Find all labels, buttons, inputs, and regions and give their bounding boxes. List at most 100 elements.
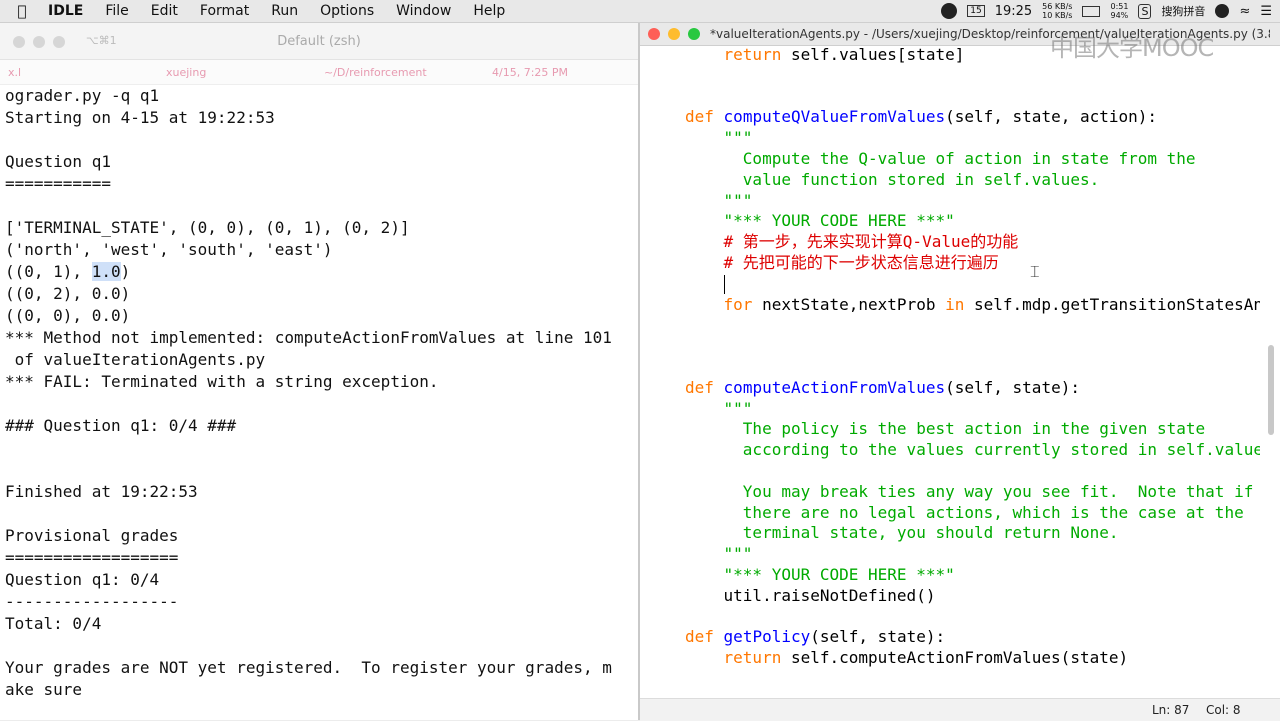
battery-time: 0:51 xyxy=(1110,2,1129,11)
minimize-icon[interactable] xyxy=(668,28,680,40)
terminal-line: Question q1 xyxy=(5,152,111,171)
input-method-icon[interactable]: S xyxy=(1138,3,1152,19)
code-token: according to the values currently stored… xyxy=(685,440,1260,460)
terminal-line: ('north', 'west', 'south', 'east') xyxy=(5,240,333,259)
code-line: """ xyxy=(685,544,1260,565)
code-line: """ xyxy=(685,399,1260,420)
code-token: """ xyxy=(723,190,753,210)
code-line: Compute the Q-value of action in state f… xyxy=(685,149,1260,170)
net-down: 10 KB/s xyxy=(1042,11,1073,20)
zoom-icon[interactable] xyxy=(688,28,700,40)
clock[interactable]: 19:25 xyxy=(995,4,1032,19)
text-caret xyxy=(723,274,725,294)
menu-app-name[interactable]: IDLE xyxy=(44,3,94,19)
code-editor[interactable]: return self.values[state] def computeQVal… xyxy=(685,45,1260,669)
terminal-tab-host[interactable]: x.l xyxy=(0,60,158,84)
vertical-scrollbar[interactable] xyxy=(1268,345,1274,435)
ibeam-cursor-icon: ⌶ xyxy=(1030,262,1040,281)
code-line: value function stored in self.values. xyxy=(685,170,1260,191)
terminal-status-tabs: x.l xuejing ~/D/reinforcement 4/15, 7:25… xyxy=(0,60,638,85)
menu-run[interactable]: Run xyxy=(260,3,309,19)
menu-help[interactable]: Help xyxy=(462,3,516,19)
apple-menu-icon[interactable]:  xyxy=(0,2,44,20)
code-token: (self, state): xyxy=(945,377,1080,397)
code-token: value function stored in self.values. xyxy=(685,169,1100,189)
network-speed: 56 KB/s 10 KB/s xyxy=(1042,2,1072,20)
terminal-line: ((0, 2), 0.0) xyxy=(5,284,131,303)
code-token: getPolicy xyxy=(723,627,811,647)
code-line: for nextState,nextProb in self.mdp.getTr… xyxy=(685,295,1260,316)
code-token: there are no legal actions, which is the… xyxy=(685,502,1244,522)
terminal-line: Starting on 4-15 at 19:22:53 xyxy=(5,108,275,127)
close-icon[interactable] xyxy=(648,28,660,40)
code-line: return self.computeActionFromValues(stat… xyxy=(685,648,1260,669)
menu-format[interactable]: Format xyxy=(189,3,260,19)
code-line: You may break ties any way you see fit. … xyxy=(685,482,1260,503)
code-token: The policy is the best action in the giv… xyxy=(685,419,1206,439)
terminal-tab-path[interactable]: ~/D/reinforcement xyxy=(316,60,484,84)
line-number: Ln: 87 xyxy=(1152,703,1190,717)
terminal-line: Question q1: 0/4 xyxy=(5,570,160,589)
code-token: self.values[state] xyxy=(781,45,965,64)
terminal-line: ['TERMINAL_STATE', (0, 0), (0, 1), (0, 2… xyxy=(5,218,410,237)
menu-options[interactable]: Options xyxy=(309,3,385,19)
terminal-line: ograder.py -q q1 xyxy=(5,86,160,105)
code-line: return self.values[state] xyxy=(685,45,1260,66)
wifi-icon[interactable]: ≈ xyxy=(1239,4,1250,19)
code-token: terminal state, you should return None. xyxy=(685,523,1119,543)
terminal-line: *** Method not implemented: computeActio… xyxy=(5,328,612,347)
menu-file[interactable]: File xyxy=(94,3,139,19)
terminal-tab-time[interactable]: 4/15, 7:25 PM xyxy=(484,60,612,84)
terminal-line: Your grades are NOT yet registered. To r… xyxy=(5,658,612,677)
terminal-line: ### Question q1: 0/4 ### xyxy=(5,416,237,435)
terminal-line: ((0, 0), 0.0) xyxy=(5,306,131,325)
terminal-output[interactable]: ograder.py -q q1 Starting on 4-15 at 19:2… xyxy=(5,85,638,701)
terminal-title-bar: ⌥⌘1 Default (zsh) xyxy=(0,23,638,60)
status-app-icon[interactable] xyxy=(941,3,958,19)
code-token: # 先把可能的下一步状态信息进行遍历 xyxy=(723,252,999,272)
menu-edit[interactable]: Edit xyxy=(140,3,189,19)
calendar-badge[interactable]: 15 xyxy=(967,5,985,17)
code-token: Compute the Q-value of action in state f… xyxy=(685,148,1196,168)
code-token: for xyxy=(723,294,753,314)
code-line: # 第一步，先来实现计算Q-Value的功能 xyxy=(685,232,1260,253)
input-method-label[interactable]: 搜狗拼音 xyxy=(1161,3,1205,19)
code-line: def computeQValueFromValues(self, state,… xyxy=(685,107,1260,128)
code-line: The policy is the best action in the giv… xyxy=(685,419,1260,440)
net-up: 56 KB/s xyxy=(1042,2,1073,11)
code-token: """ xyxy=(723,128,753,148)
battery-icon[interactable] xyxy=(1082,5,1101,17)
selected-text: 1.0 xyxy=(91,262,121,281)
code-line: """ xyxy=(685,128,1260,149)
code-line: util.raiseNotDefined() xyxy=(685,586,1260,607)
menu-list-icon[interactable]: ☰ xyxy=(1260,4,1272,19)
code-token: util.raiseNotDefined() xyxy=(685,585,936,605)
code-token: (self, state, action): xyxy=(945,107,1158,127)
terminal-line: Total: 0/4 xyxy=(5,614,102,633)
menu-window[interactable]: Window xyxy=(385,3,462,19)
code-token: self.mdp.getTransitionStatesAndProbs(sta… xyxy=(973,294,1260,314)
code-token: def xyxy=(685,107,714,127)
battery-pct: 94% xyxy=(1110,11,1129,20)
terminal-line: Provisional grades xyxy=(5,526,179,545)
terminal-tab-user[interactable]: xuejing xyxy=(158,60,316,84)
settings-icon[interactable] xyxy=(1215,4,1230,18)
code-token: computeQValueFromValues xyxy=(723,107,946,127)
code-token: in xyxy=(945,294,965,314)
code-line: def getPolicy(self, state): xyxy=(685,627,1260,648)
